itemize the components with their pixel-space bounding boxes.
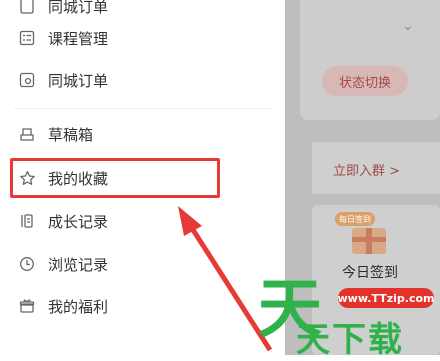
draft-icon — [18, 125, 36, 143]
menu-item-growth-records[interactable]: 成长记录 — [0, 201, 285, 241]
menu-item-local-orders[interactable]: 同城订单 — [0, 60, 285, 100]
menu-item-label: 浏览记录 — [48, 255, 109, 274]
order-icon — [18, 71, 36, 89]
background-card — [300, 0, 440, 120]
chevron-down-icon: ⌄ — [402, 18, 414, 34]
menu-item-label: 课程管理 — [48, 29, 109, 48]
checkin-label: 今日签到 — [342, 265, 398, 281]
menu-item-browse-history[interactable]: 浏览记录 — [0, 244, 285, 284]
growth-icon — [18, 212, 36, 230]
watermark-text: 天下载 — [296, 320, 404, 360]
menu-item-label: 同城订单 — [48, 0, 109, 16]
join-group-link: 立即入群 > — [333, 164, 401, 179]
highlight-box — [10, 158, 220, 198]
menu-item-course-management[interactable]: 课程管理 — [0, 18, 285, 58]
menu-item-label: 成长记录 — [48, 212, 109, 231]
status-switch-button: 状态切换 — [322, 66, 408, 96]
menu-item-my-benefits[interactable]: 我的福利 — [0, 286, 285, 326]
watermark-url: www.TTzip.com — [338, 288, 435, 308]
menu-item-drafts[interactable]: 草稿箱 — [0, 114, 285, 154]
list-icon — [18, 29, 36, 47]
menu-item-label: 草稿箱 — [48, 125, 94, 144]
gift-box-icon — [352, 228, 386, 254]
checkin-badge: 每日签到 — [335, 212, 375, 226]
menu-item-label: 我的福利 — [48, 297, 109, 316]
gift-icon — [18, 297, 36, 315]
clock-icon — [18, 255, 36, 273]
menu-divider — [14, 108, 272, 109]
doc-icon — [18, 0, 36, 15]
menu-item-label: 同城订单 — [48, 71, 109, 90]
